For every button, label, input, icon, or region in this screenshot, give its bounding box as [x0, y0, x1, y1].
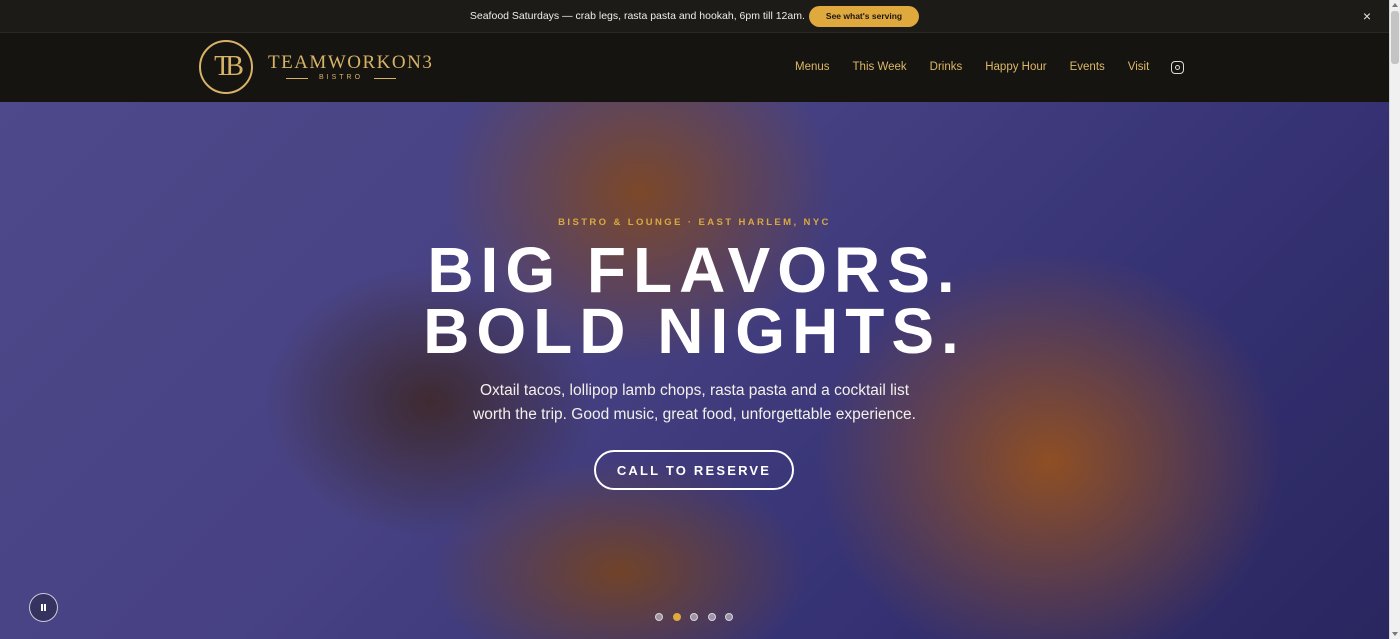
hero-headline-line1: BIG FLAVORS.	[427, 234, 962, 306]
scroll-up-icon[interactable]	[1392, 3, 1398, 7]
slide-dot[interactable]	[655, 613, 663, 621]
hero-subtext-line1: Oxtail tacos, lollipop lamb chops, rasta…	[479, 382, 910, 399]
see-whats-serving-button[interactable]: See what's serving	[808, 5, 920, 27]
close-icon[interactable]: ×	[1363, 8, 1371, 24]
nav-item-happy-hour[interactable]: Happy Hour	[985, 61, 1046, 73]
main-nav: Menus This Week Drinks Happy Hour Events…	[795, 61, 1172, 73]
hero-eyebrow: BISTRO & LOUNGE · EAST HARLEM, NYC	[558, 217, 831, 228]
nav-item-events[interactable]: Events	[1070, 61, 1105, 73]
scroll-down-icon[interactable]	[1392, 632, 1398, 636]
hero-subtext-line2: worth the trip. Good music, great food, …	[473, 406, 916, 423]
slide-dot[interactable]	[690, 613, 698, 621]
nav-item-menus[interactable]: Menus	[795, 61, 830, 73]
slide-dot[interactable]	[707, 613, 716, 621]
call-to-reserve-button[interactable]: CALL TO RESERVE	[594, 450, 794, 490]
logo-monogram[interactable]: TB	[199, 40, 253, 94]
hero-headline-line2: BOLD NIGHTS.	[423, 295, 966, 367]
logo-subtitle: BISTRO	[286, 74, 396, 81]
site-header: TB TEAMWORKON3 BISTRO Menus This Week Dr…	[0, 32, 1389, 102]
pause-icon	[41, 604, 46, 611]
slide-indicators	[655, 613, 743, 621]
slideshow-pause-button[interactable]	[29, 593, 58, 622]
hero-slideshow: BISTRO & LOUNGE · EAST HARLEM, NYC BIG F…	[0, 102, 1389, 639]
announcement-message: Seafood Saturdays — crab legs, rasta pas…	[469, 10, 805, 22]
scrollbar-thumb[interactable]	[1391, 11, 1399, 64]
announcement-bar: Seafood Saturdays — crab legs, rasta pas…	[0, 0, 1389, 32]
slide-dot[interactable]	[672, 613, 681, 621]
slide-dot[interactable]	[725, 613, 733, 621]
logo-name[interactable]: TEAMWORKON3	[268, 52, 433, 74]
nav-item-drinks[interactable]: Drinks	[930, 61, 963, 73]
nav-item-visit[interactable]: Visit	[1128, 61, 1150, 73]
nav-item-this-week[interactable]: This Week	[853, 61, 907, 73]
instagram-icon[interactable]	[1171, 61, 1184, 74]
page-scrollbar[interactable]	[1389, 0, 1400, 639]
hero-overlay	[0, 102, 1389, 639]
